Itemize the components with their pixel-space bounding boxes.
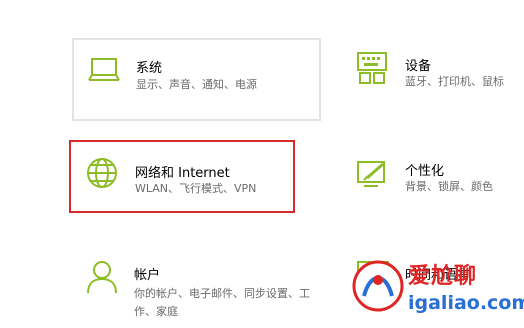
settings-tile-accounts[interactable]: 帐户 你的帐户、电子邮件、同步设置、工作、家庭 (72, 248, 321, 328)
tile-description: 背景、锁屏、颜色 (405, 180, 493, 193)
watermark-url: igaliao.com (408, 292, 524, 314)
watermark-text: 爱尬聊 (408, 264, 478, 289)
tile-title: 设备 (405, 59, 432, 74)
tile-title: 个性化 (405, 164, 445, 179)
watermark-logo: 爱尬聊 igaliao.com (352, 256, 524, 328)
tile-description: 你的帐户、电子邮件、同步设置、工作、家庭 (134, 287, 310, 318)
tile-title: 系统 (136, 61, 163, 76)
keyboard-icon (356, 51, 392, 89)
globe-icon (85, 156, 119, 194)
tile-title: 网络和 Internet (135, 166, 230, 181)
settings-tile-network[interactable]: 网络和 Internet WLAN、飞行模式、VPN (69, 140, 295, 213)
tile-description: 蓝牙、打印机、鼠标 (405, 75, 504, 88)
tile-title: 帐户 (134, 268, 161, 283)
settings-tile-devices[interactable]: 设备 蓝牙、打印机、鼠标 (344, 38, 524, 121)
settings-tile-system[interactable]: 系统 显示、声音、通知、电源 (72, 38, 321, 121)
settings-tile-personalization[interactable]: 个性化 背景、锁屏、颜色 (344, 140, 524, 213)
person-icon (86, 260, 118, 298)
paint-icon (356, 160, 390, 194)
tile-description: WLAN、飞行模式、VPN (135, 182, 257, 195)
tile-description: 显示、声音、通知、电源 (136, 78, 257, 91)
laptop-icon (88, 57, 122, 87)
